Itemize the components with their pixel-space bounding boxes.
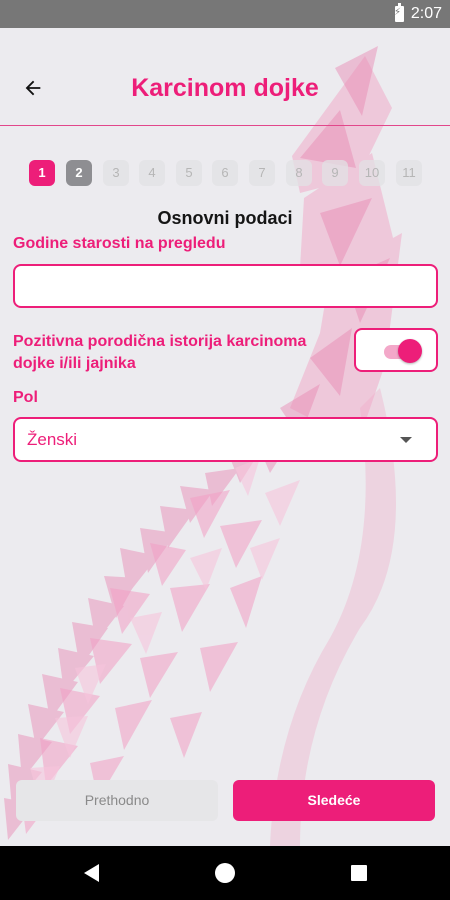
step-10[interactable]: 10 (359, 160, 385, 186)
previous-button[interactable]: Prethodno (16, 780, 218, 821)
battery-icon (394, 3, 404, 22)
family-history-label: Pozitivna porodična istorija karcinoma d… (13, 333, 307, 372)
step-4[interactable]: 4 (139, 160, 165, 186)
step-6[interactable]: 6 (212, 160, 238, 186)
sex-label: Pol (13, 389, 38, 406)
toggle-thumb (398, 339, 422, 363)
next-button[interactable]: Sledeće (233, 780, 435, 821)
step-7[interactable]: 7 (249, 160, 275, 186)
step-8[interactable]: 8 (286, 160, 312, 186)
step-indicator: 1 2 3 4 5 6 7 8 9 10 11 (29, 160, 429, 186)
status-bar: 2:07 (0, 0, 450, 28)
nav-back-icon[interactable] (84, 864, 99, 882)
age-label: Godine starosti na pregledu (13, 235, 226, 252)
nav-recents-icon[interactable] (351, 865, 367, 881)
step-11[interactable]: 11 (396, 160, 422, 186)
step-1[interactable]: 1 (29, 160, 55, 186)
system-nav-bar (0, 846, 450, 900)
step-9[interactable]: 9 (322, 160, 348, 186)
step-5[interactable]: 5 (176, 160, 202, 186)
step-2[interactable]: 2 (66, 160, 92, 186)
age-input[interactable] (13, 264, 438, 308)
family-history-toggle[interactable] (354, 328, 438, 372)
app-bar: Karcinom dojke (0, 28, 450, 126)
app-bar-divider (0, 125, 450, 126)
dropdown-arrow-icon (400, 437, 412, 443)
page-title: Karcinom dojke (131, 74, 319, 102)
status-time: 2:07 (410, 5, 442, 22)
section-title: Osnovni podaci (157, 208, 293, 228)
sex-select[interactable]: Ženski (13, 417, 438, 462)
nav-home-icon[interactable] (215, 863, 235, 883)
sex-select-value: Ženski (27, 430, 78, 449)
step-3[interactable]: 3 (103, 160, 129, 186)
